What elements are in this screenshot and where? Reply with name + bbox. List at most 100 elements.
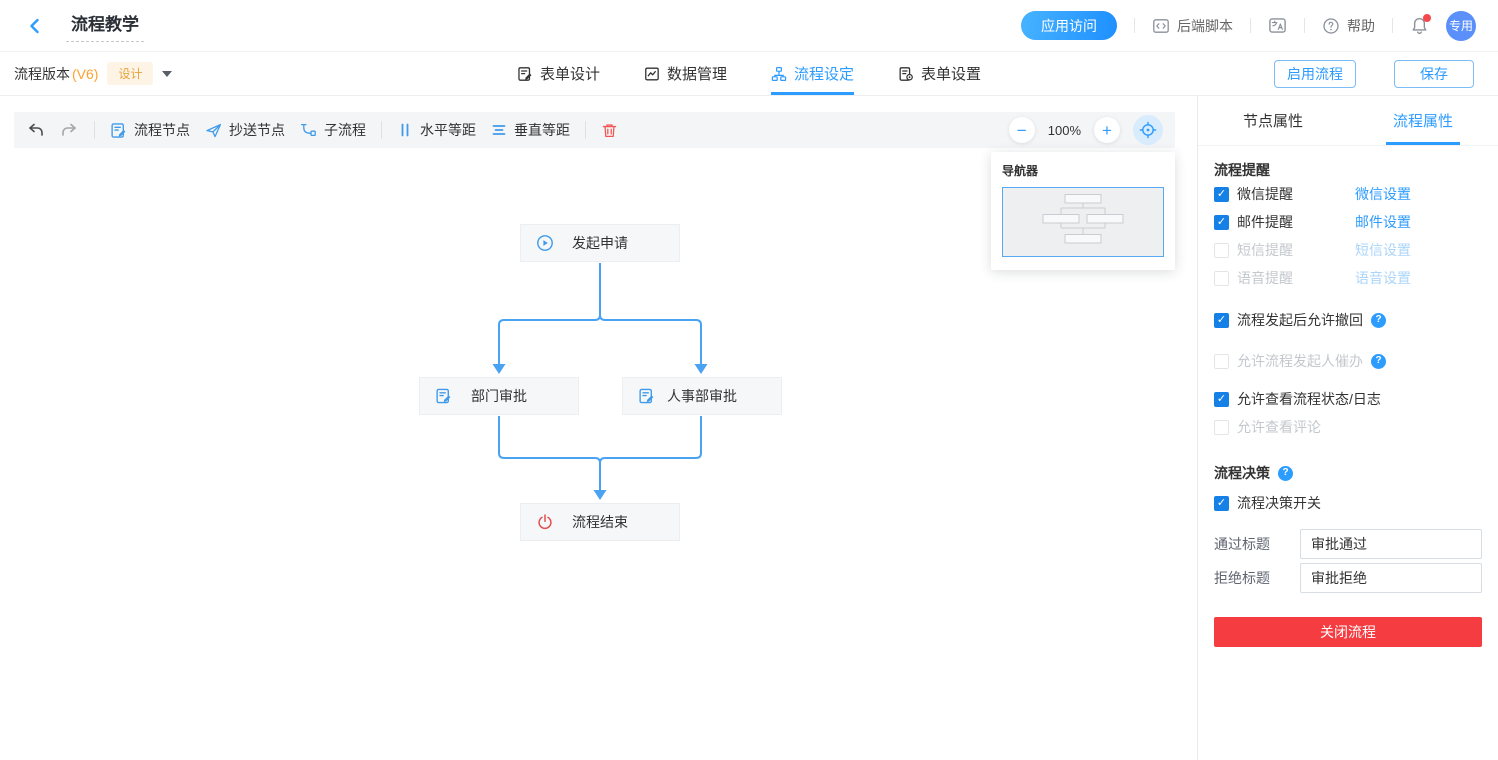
- page-title[interactable]: 流程教学: [66, 10, 144, 42]
- flow-canvas[interactable]: 流程节点 抄送节点 子流程 水平等距 垂直等距 − 100% + 导航器 发起申…: [0, 96, 1198, 760]
- zoom-in-button[interactable]: +: [1094, 117, 1120, 143]
- notifications-button[interactable]: [1410, 14, 1431, 35]
- node-label: 人事部审批: [667, 388, 737, 404]
- subflow-icon: [300, 123, 316, 136]
- navigator-title: 导航器: [1002, 164, 1039, 178]
- trash-icon: [602, 123, 617, 137]
- divider: [1392, 18, 1393, 33]
- canvas-toolbar: 流程节点 抄送节点 子流程 水平等距 垂直等距 − 100% +: [14, 112, 1175, 148]
- add-flow-node-button[interactable]: 流程节点: [110, 120, 190, 140]
- zoom-controls: − 100% +: [1008, 115, 1163, 145]
- tab-flow-setting[interactable]: 流程设定: [771, 52, 855, 95]
- help-icon[interactable]: [1278, 465, 1293, 481]
- section-flow-remind: 流程提醒: [1214, 162, 1270, 178]
- properties-panel: 节点属性 流程属性 流程提醒 微信提醒 微信设置 邮件提醒 邮件设置 短信提醒 …: [1198, 96, 1498, 760]
- undo-icon: [29, 123, 43, 136]
- remind-row-sms: 短信提醒 短信设置: [1214, 236, 1482, 264]
- design-badge: 设计: [107, 62, 154, 85]
- navigator-toggle-button[interactable]: [1133, 115, 1163, 145]
- version-number: (V6): [72, 65, 99, 82]
- sms-settings-link[interactable]: 短信设置: [1355, 240, 1411, 260]
- version-label: 流程版本: [14, 65, 70, 82]
- option-row-view-status: 允许查看流程状态/日志: [1214, 385, 1482, 413]
- notification-badge: [1423, 14, 1431, 22]
- avatar[interactable]: 专用: [1446, 10, 1476, 41]
- help-button[interactable]: 帮助: [1322, 16, 1375, 36]
- code-icon: [1153, 18, 1169, 33]
- email-settings-link[interactable]: 邮件设置: [1355, 212, 1411, 232]
- module-tabs: 表单设计 数据管理 流程设定 表单设置: [517, 52, 981, 95]
- horizontal-spacing-icon: [401, 123, 409, 137]
- start-icon: [536, 234, 554, 252]
- voice-remind-checkbox[interactable]: [1214, 270, 1229, 286]
- flow-node-dept-approve[interactable]: 部门审批: [419, 377, 579, 415]
- help-icon[interactable]: [1371, 312, 1386, 328]
- remind-row-email: 邮件提醒 邮件设置: [1214, 208, 1482, 236]
- flow-node-start[interactable]: 发起申请: [520, 224, 680, 262]
- tab-form-design[interactable]: 表单设计: [517, 52, 600, 95]
- approve-node-icon: [638, 388, 655, 405]
- section-flow-decision: 流程决策: [1214, 463, 1482, 483]
- wechat-settings-link[interactable]: 微信设置: [1355, 184, 1411, 204]
- form-settings-icon: [899, 66, 913, 81]
- email-remind-checkbox[interactable]: [1214, 214, 1229, 230]
- delete-node-button[interactable]: [601, 122, 618, 139]
- voice-settings-link[interactable]: 语音设置: [1355, 268, 1411, 288]
- horizontal-spacing-button[interactable]: 水平等距: [397, 120, 476, 140]
- tab-data-manage[interactable]: 数据管理: [644, 52, 727, 95]
- version-info: 流程版本 (V6) 设计: [14, 62, 173, 85]
- save-button[interactable]: 保存: [1394, 59, 1474, 88]
- option-row-allow-urge: 允许流程发起人催办: [1214, 347, 1482, 375]
- vertical-spacing-icon: [492, 125, 506, 135]
- language-button[interactable]: [1268, 16, 1287, 35]
- divider: [381, 121, 382, 139]
- close-flow-button[interactable]: 关闭流程: [1214, 617, 1482, 647]
- allow-urge-checkbox[interactable]: [1214, 353, 1229, 369]
- node-label: 流程结束: [572, 514, 628, 530]
- language-icon: [1269, 18, 1286, 33]
- redo-button[interactable]: [60, 121, 79, 139]
- node-label: 发起申请: [572, 235, 628, 251]
- paper-plane-icon: [206, 123, 222, 137]
- divider: [1134, 18, 1135, 33]
- pass-title-input[interactable]: [1300, 529, 1482, 559]
- flow-node-icon: [111, 122, 126, 138]
- redo-icon: [62, 123, 76, 136]
- wechat-remind-checkbox[interactable]: [1214, 186, 1229, 202]
- undo-button[interactable]: [26, 121, 45, 139]
- end-icon: [536, 513, 554, 531]
- backend-script-button[interactable]: 后端脚本: [1152, 16, 1233, 36]
- flow-setting-icon: [771, 66, 787, 81]
- tab-form-settings[interactable]: 表单设置: [898, 52, 981, 95]
- flow-node-hr-approve[interactable]: 人事部审批: [622, 377, 782, 415]
- back-button[interactable]: [26, 17, 44, 35]
- decision-switch-row: 流程决策开关: [1214, 489, 1482, 517]
- tab-node-properties[interactable]: 节点属性: [1198, 96, 1348, 145]
- panel-tabs: 节点属性 流程属性: [1198, 96, 1498, 146]
- flow-node-end[interactable]: 流程结束: [520, 503, 680, 541]
- pass-title-label: 通过标题: [1214, 536, 1270, 552]
- approve-node-icon: [435, 388, 452, 405]
- crosshair-icon: [1139, 121, 1157, 139]
- remind-row-voice: 语音提醒 语音设置: [1214, 264, 1482, 292]
- zoom-level: 100%: [1047, 122, 1081, 138]
- reject-title-input[interactable]: [1300, 563, 1482, 593]
- view-status-checkbox[interactable]: [1214, 391, 1229, 407]
- enable-flow-button[interactable]: 启用流程: [1274, 59, 1356, 88]
- help-icon[interactable]: [1371, 353, 1386, 369]
- navigator-minimap[interactable]: [1002, 187, 1164, 257]
- add-subflow-button[interactable]: 子流程: [300, 120, 366, 140]
- zoom-out-button[interactable]: −: [1008, 117, 1035, 143]
- add-cc-node-button[interactable]: 抄送节点: [205, 120, 285, 140]
- sms-remind-checkbox[interactable]: [1214, 242, 1229, 258]
- vertical-spacing-button[interactable]: 垂直等距: [491, 120, 570, 140]
- app-access-button[interactable]: 应用访问: [1021, 11, 1117, 40]
- divider: [94, 121, 95, 139]
- decision-switch-checkbox[interactable]: [1214, 495, 1229, 511]
- tab-flow-properties[interactable]: 流程属性: [1348, 96, 1498, 145]
- view-comments-checkbox[interactable]: [1214, 419, 1229, 435]
- divider: [1304, 18, 1305, 33]
- allow-withdraw-checkbox[interactable]: [1214, 312, 1229, 328]
- reject-title-row: 拒绝标题: [1214, 563, 1482, 593]
- version-dropdown-caret[interactable]: [162, 71, 173, 82]
